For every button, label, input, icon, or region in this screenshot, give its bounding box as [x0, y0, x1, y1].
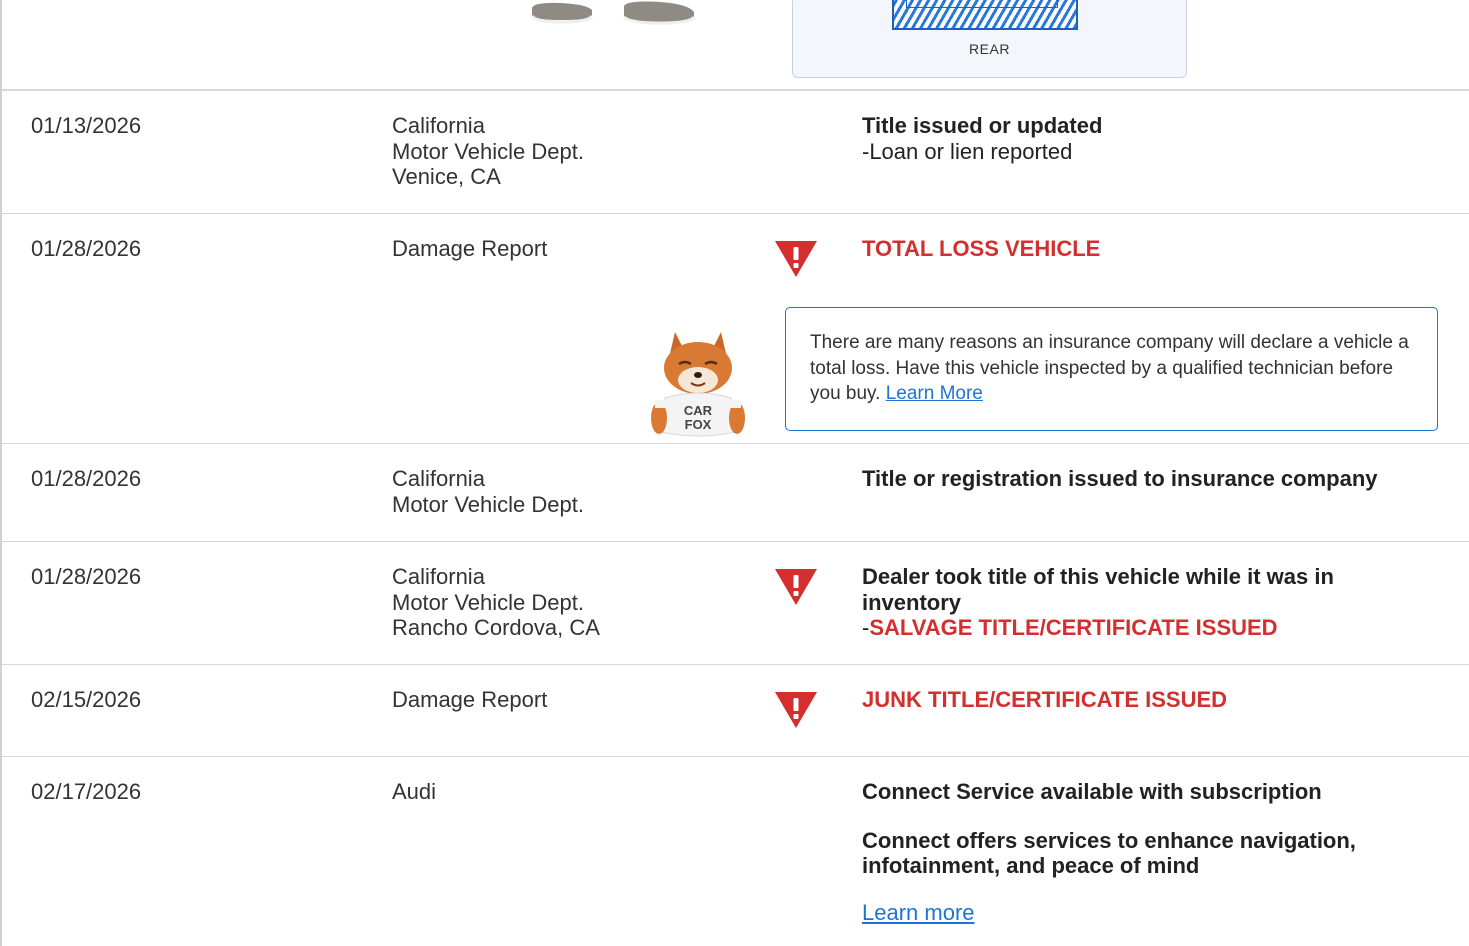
history-row: 02/15/2026 Damage Report JUNK TITLE/CERT…: [2, 665, 1469, 757]
record-comments: Title issued or updated -Loan or lien re…: [862, 113, 1422, 164]
history-row: 02/17/2026 Audi Connect Service availabl…: [2, 757, 1469, 946]
record-comments: Title or registration issued to insuranc…: [862, 466, 1462, 492]
source-line: Venice, CA: [392, 164, 501, 189]
total-loss-callout: There are many reasons an insurance comp…: [785, 307, 1438, 431]
learn-more-link[interactable]: Learn more: [862, 900, 975, 926]
record-date: 01/28/2026: [31, 564, 142, 589]
record-comments: Dealer took title of this vehicle while …: [862, 564, 1382, 641]
comment-title: Title or registration issued to insuranc…: [862, 466, 1378, 491]
learn-more-link[interactable]: Learn More: [886, 383, 983, 404]
carfox-mascot-icon: CAR FOX: [651, 332, 745, 437]
record-comments: JUNK TITLE/CERTIFICATE ISSUED: [862, 687, 1422, 713]
record-source: Audi: [392, 779, 436, 805]
warning-triangle-icon: [775, 241, 817, 277]
history-row: 01/13/2026 California Motor Vehicle Dept…: [2, 91, 1469, 214]
record-comments: Connect Service available with subscript…: [862, 779, 1402, 925]
history-row-partial: REAR: [2, 0, 1469, 91]
comment-alert: SALVAGE TITLE/CERTIFICATE ISSUED: [869, 615, 1278, 640]
diagram-label-rear: REAR: [969, 41, 1010, 57]
history-table: REAR 01/13/2026 California Motor Vehicle…: [0, 0, 1469, 946]
source-line: Motor Vehicle Dept.: [392, 138, 584, 164]
comment-alert: JUNK TITLE/CERTIFICATE ISSUED: [862, 687, 1228, 712]
comment-title: Connect Service available with subscript…: [862, 779, 1322, 804]
record-source: Damage Report: [392, 236, 547, 262]
damage-area-rear: [892, 0, 1078, 30]
record-date: 02/15/2026: [31, 687, 142, 712]
source-line: California: [392, 113, 485, 138]
warning-triangle-icon: [775, 692, 817, 728]
source-line: Damage Report: [392, 687, 548, 712]
record-comments: TOTAL LOSS VEHICLE: [862, 236, 1422, 262]
source-line: California: [392, 466, 485, 491]
source-line: Damage Report: [392, 236, 548, 261]
comment-title: Dealer took title of this vehicle while …: [862, 564, 1334, 615]
record-source: California Motor Vehicle Dept.: [392, 466, 584, 517]
record-source: California Motor Vehicle Dept. Venice, C…: [392, 113, 584, 190]
comment-subtitle: Connect offers services to enhance navig…: [862, 827, 1356, 879]
source-line: Rancho Cordova, CA: [392, 615, 600, 640]
record-date: 01/28/2026: [31, 466, 142, 491]
bumper-outline: [906, 0, 1058, 8]
source-line: California: [392, 564, 485, 589]
comment-alert: TOTAL LOSS VEHICLE: [862, 236, 1101, 261]
comment-title: Title issued or updated: [862, 113, 1103, 138]
comment-detail: -Loan or lien reported: [862, 138, 1073, 164]
record-date: 02/17/2026: [31, 779, 142, 804]
source-line: Motor Vehicle Dept.: [392, 491, 584, 517]
history-row: 01/28/2026 Damage Report TOTAL LOSS VEHI…: [2, 214, 1469, 444]
record-source: Damage Report: [392, 687, 547, 713]
history-row: 01/28/2026 California Motor Vehicle Dept…: [2, 444, 1469, 542]
mascot-shirt-line: FOX: [685, 417, 712, 432]
source-line: Audi: [392, 779, 437, 804]
source-line: Motor Vehicle Dept.: [392, 589, 584, 615]
record-date: 01/13/2026: [31, 113, 142, 138]
history-row: 01/28/2026 California Motor Vehicle Dept…: [2, 542, 1469, 665]
record-source: California Motor Vehicle Dept. Rancho Co…: [392, 564, 600, 641]
mascot-shirt-line: CAR: [684, 403, 713, 418]
record-date: 01/28/2026: [31, 236, 142, 261]
damage-diagram-card: REAR: [792, 0, 1187, 78]
warning-triangle-icon: [775, 569, 817, 605]
mascot-shoes-icon: [530, 1, 696, 25]
